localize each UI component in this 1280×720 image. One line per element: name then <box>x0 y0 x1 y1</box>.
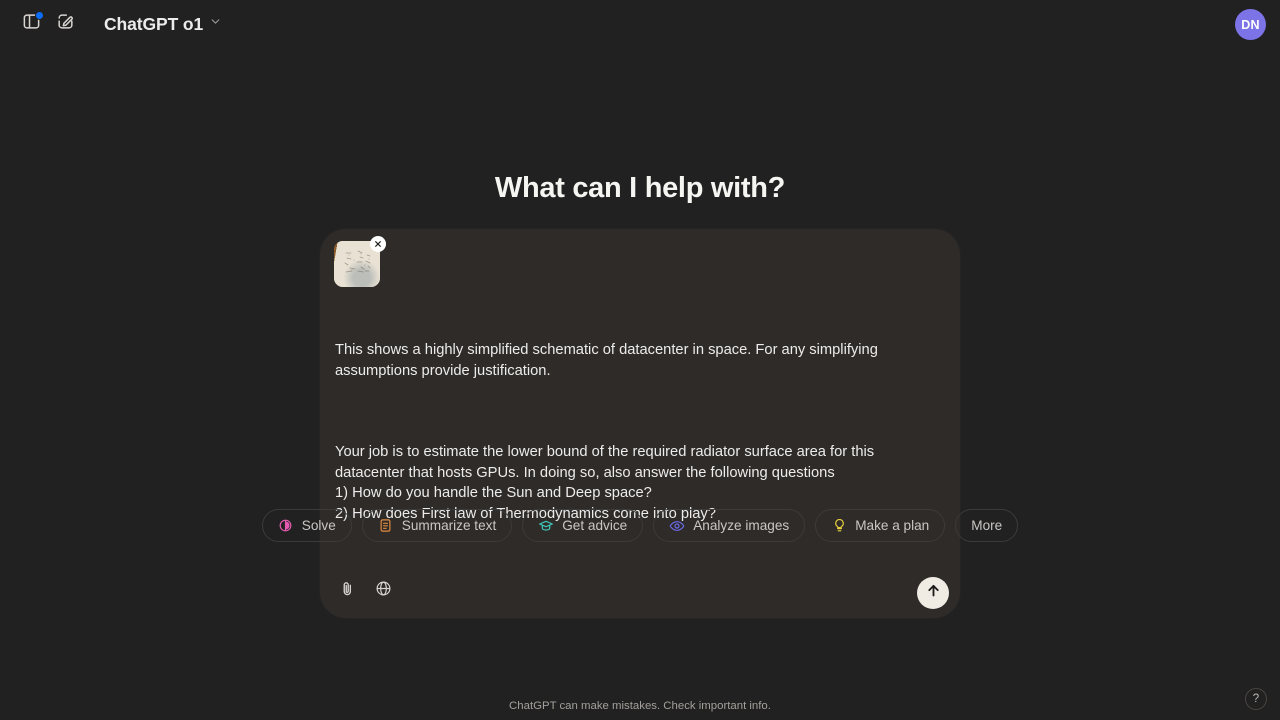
arrow-up-icon <box>925 582 942 604</box>
main-stage: What can I help with? This shows a highl… <box>0 0 1280 720</box>
chip-label: Analyze images <box>693 518 790 533</box>
chip-make-a-plan[interactable]: Make a plan <box>815 509 946 542</box>
attach-file-button[interactable] <box>331 575 363 607</box>
chip-summarize-text[interactable]: Summarize text <box>361 509 513 542</box>
sidebar-toggle-button[interactable] <box>14 7 48 41</box>
compose-pencil-icon <box>56 12 75 36</box>
chip-label: Make a plan <box>855 518 930 533</box>
model-name-label: ChatGPT o1 <box>104 13 204 34</box>
solve-contrast-icon <box>278 518 294 534</box>
page-title: What can I help with? <box>494 172 786 204</box>
chip-get-advice[interactable]: Get advice <box>522 509 644 542</box>
lightbulb-icon <box>831 518 847 534</box>
chip-analyze-images[interactable]: Analyze images <box>653 509 806 542</box>
new-chat-button[interactable] <box>48 7 82 41</box>
composer-panel: This shows a highly simplified schematic… <box>320 229 960 618</box>
model-selector[interactable]: ChatGPT o1 <box>96 9 231 40</box>
send-button[interactable] <box>917 576 949 609</box>
graduation-cap-icon <box>538 518 554 534</box>
prompt-paragraph-1: This shows a highly simplified schematic… <box>335 342 882 379</box>
chip-label: More <box>971 518 1003 533</box>
chip-solve[interactable]: Solve <box>261 509 352 542</box>
eye-icon <box>669 518 685 534</box>
chip-label: Get advice <box>562 518 628 533</box>
help-button[interactable]: ? <box>1245 688 1267 710</box>
chip-more[interactable]: More <box>955 509 1019 542</box>
app-header: ChatGPT o1 DN <box>0 0 1280 48</box>
chip-label: Summarize text <box>401 518 497 533</box>
web-search-button[interactable] <box>367 575 399 607</box>
paperclip-icon <box>339 580 356 602</box>
notification-dot <box>35 11 44 20</box>
globe-icon <box>375 580 392 602</box>
attachment-list <box>320 229 960 293</box>
suggestion-chips: Solve Summarize text Get advice Analyze … <box>261 509 1019 542</box>
remove-attachment-button[interactable] <box>370 236 386 252</box>
chevron-down-icon <box>209 15 222 33</box>
composer-toolbar <box>320 567 960 618</box>
attachment-item <box>334 236 386 287</box>
document-icon <box>378 518 394 534</box>
footer-disclaimer: ChatGPT can make mistakes. Check importa… <box>509 700 771 712</box>
avatar[interactable]: DN <box>1235 9 1266 40</box>
chip-label: Solve <box>301 518 336 533</box>
